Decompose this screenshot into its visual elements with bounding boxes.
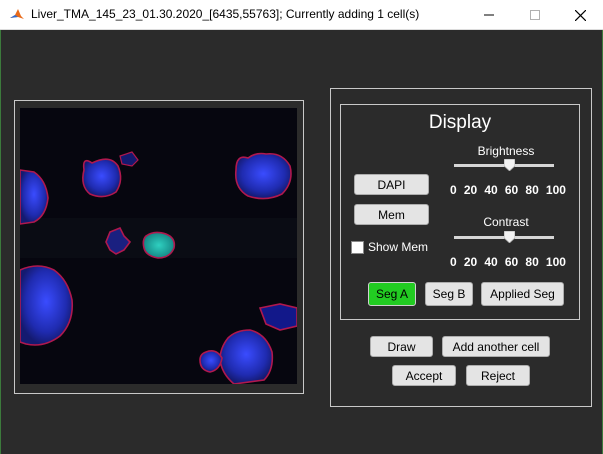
dapi-button[interactable]: DAPI [354, 174, 429, 195]
tick-label: 80 [525, 255, 539, 269]
seg-a-button[interactable]: Seg A [368, 282, 416, 306]
nucleus-cell [219, 329, 274, 384]
contrast-label: Contrast [483, 215, 529, 229]
applied-seg-button[interactable]: Applied Seg [481, 282, 564, 306]
tick-label: 20 [463, 183, 478, 197]
brightness-ticks: 0 20 40 60 80 100 [450, 183, 566, 197]
tick-label: 0 [450, 183, 457, 197]
display-title: Display [428, 112, 492, 133]
brightness-label: Brightness [477, 144, 535, 158]
mem-button[interactable]: Mem [354, 204, 429, 225]
tick-label: 0 [450, 255, 457, 269]
minimize-button[interactable] [466, 0, 512, 30]
maximize-button[interactable] [512, 0, 558, 30]
contrast-slider-thumb[interactable] [503, 231, 515, 243]
microscopy-image[interactable] [20, 108, 297, 384]
tick-label: 60 [504, 183, 519, 197]
brightness-slider-thumb[interactable] [503, 159, 515, 171]
window-title: Liver_TMA_145_23_01.30.2020_[6435,55763]… [31, 7, 420, 21]
reject-button[interactable]: Reject [466, 365, 530, 386]
tick-label: 40 [484, 255, 498, 269]
seg-b-button[interactable]: Seg B [425, 282, 473, 306]
matlab-app-icon [9, 7, 25, 23]
nucleus-cell [82, 158, 122, 198]
minimize-icon [484, 14, 494, 16]
close-button[interactable] [557, 0, 603, 30]
tick-label: 100 [545, 183, 566, 197]
add-another-cell-button[interactable]: Add another cell [442, 336, 550, 357]
maximize-icon [530, 10, 540, 20]
nucleus-cell [234, 152, 292, 200]
draw-button[interactable]: Draw [370, 336, 433, 357]
show-mem-label: Show Mem [368, 240, 429, 254]
close-icon [574, 9, 586, 21]
tick-label: 20 [463, 255, 478, 269]
tick-label: 60 [504, 255, 519, 269]
title-bar: Liver_TMA_145_23_01.30.2020_[6435,55763]… [0, 0, 603, 30]
selected-cell [142, 231, 176, 259]
accept-button[interactable]: Accept [392, 365, 456, 386]
tick-label: 40 [484, 183, 498, 197]
tick-label: 100 [545, 255, 566, 269]
show-mem-checkbox[interactable] [351, 241, 364, 254]
contrast-ticks: 0 20 40 60 80 100 [450, 255, 566, 269]
tick-label: 80 [525, 183, 539, 197]
